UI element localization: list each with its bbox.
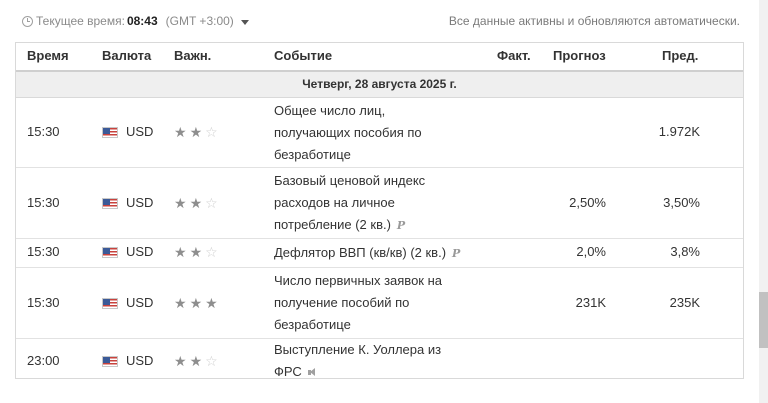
star-filled-icon: ★ <box>189 244 206 260</box>
importance-stars: ★★☆ <box>174 196 221 210</box>
star-filled-icon: ★ <box>174 195 190 211</box>
table-row[interactable]: 15:30 USD ★★★ Число первичных заявок на … <box>16 268 743 339</box>
star-filled-icon: ★ <box>189 195 206 211</box>
star-empty-icon: ☆ <box>205 195 221 211</box>
importance-stars: ★★☆ <box>174 245 221 259</box>
event-name[interactable]: Базовый ценовой индекс расходов на лично… <box>274 170 474 237</box>
header-actual: Факт. <box>497 48 531 63</box>
event-name[interactable]: Выступление К. Уоллера из ФРС <box>274 339 474 383</box>
topbar: Текущее время: 08:43 (GMT +3:00) Все дан… <box>0 0 768 42</box>
current-time-label: Текущее время: <box>36 14 125 28</box>
event-previous: 235K <box>669 295 700 310</box>
star-filled-icon: ★ <box>189 124 206 140</box>
star-filled-icon: ★ <box>174 244 190 260</box>
event-currency: USD <box>126 353 154 368</box>
star-filled-icon: ★ <box>189 295 206 311</box>
event-currency: USD <box>126 124 154 139</box>
star-empty-icon: ☆ <box>205 124 221 140</box>
us-flag-icon <box>102 247 118 258</box>
timezone-label: (GMT +3:00) <box>165 14 234 28</box>
event-previous: 3,8% <box>670 244 700 259</box>
header-event: Событие <box>274 48 333 63</box>
preliminary-icon: P <box>452 247 461 260</box>
star-filled-icon: ★ <box>174 124 190 140</box>
event-time: 15:30 <box>27 295 60 310</box>
star-empty-icon: ☆ <box>205 353 221 369</box>
event-forecast: 2,0% <box>576 244 606 259</box>
auto-update-note: Все данные активны и обновляются автомат… <box>448 14 740 28</box>
importance-stars: ★★★ <box>174 296 221 310</box>
table-row[interactable]: 15:30 USD ★★☆ Дефлятор ВВП (кв/кв) (2 кв… <box>16 239 743 268</box>
chevron-down-icon[interactable] <box>240 19 249 25</box>
event-previous: 1.972K <box>658 124 700 139</box>
us-flag-icon <box>102 127 118 138</box>
event-name[interactable]: Число первичных заявок на получение посо… <box>274 270 474 336</box>
us-flag-icon <box>102 298 118 309</box>
us-flag-icon <box>102 356 118 367</box>
preliminary-icon: P <box>396 219 406 232</box>
event-time: 15:30 <box>27 195 60 210</box>
us-flag-icon <box>102 198 118 209</box>
header-forecast: Прогноз <box>553 48 606 63</box>
header-time: Время <box>27 48 69 63</box>
event-forecast: 231K <box>575 295 606 310</box>
star-filled-icon: ★ <box>174 353 190 369</box>
event-name[interactable]: Дефлятор ВВП (кв/кв) (2 кв.) P <box>274 242 504 265</box>
event-currency: USD <box>126 195 154 210</box>
speaker-icon <box>307 368 320 377</box>
event-currency: USD <box>126 244 154 259</box>
table-row[interactable]: 15:30 USD ★★☆ Базовый ценовой индекс рас… <box>16 168 743 239</box>
table-row[interactable]: 15:30 USD ★★☆ Общее число лиц, получающи… <box>16 98 743 168</box>
star-filled-icon: ★ <box>174 295 190 311</box>
event-time: 15:30 <box>27 244 60 259</box>
header-currency: Валюта <box>102 48 152 63</box>
star-filled-icon: ★ <box>205 295 221 311</box>
header-previous: Пред. <box>662 48 699 63</box>
star-empty-icon: ☆ <box>205 244 221 260</box>
table-row[interactable]: 23:00 USD ★★☆ Выступление К. Уоллера из … <box>16 339 743 383</box>
day-separator: Четверг, 28 августа 2025 г. <box>16 72 743 98</box>
star-filled-icon: ★ <box>189 353 206 369</box>
header-importance: Важн. <box>174 48 212 63</box>
clock-icon <box>22 15 33 27</box>
event-forecast: 2,50% <box>569 195 606 210</box>
scrollbar-thumb[interactable] <box>759 292 768 348</box>
importance-stars: ★★☆ <box>174 354 221 368</box>
table-header: Время Валюта Важн. Событие Факт. Прогноз… <box>16 43 743 72</box>
current-time-selector[interactable]: Текущее время: 08:43 (GMT +3:00) <box>22 14 249 28</box>
event-name[interactable]: Общее число лиц, получающих пособия по б… <box>274 100 474 166</box>
event-time: 23:00 <box>27 353 60 368</box>
event-time: 15:30 <box>27 124 60 139</box>
current-time-value: 08:43 <box>126 14 158 28</box>
economic-calendar-table: Время Валюта Важн. Событие Факт. Прогноз… <box>15 42 744 379</box>
importance-stars: ★★☆ <box>174 125 221 139</box>
event-currency: USD <box>126 295 154 310</box>
event-previous: 3,50% <box>663 195 700 210</box>
